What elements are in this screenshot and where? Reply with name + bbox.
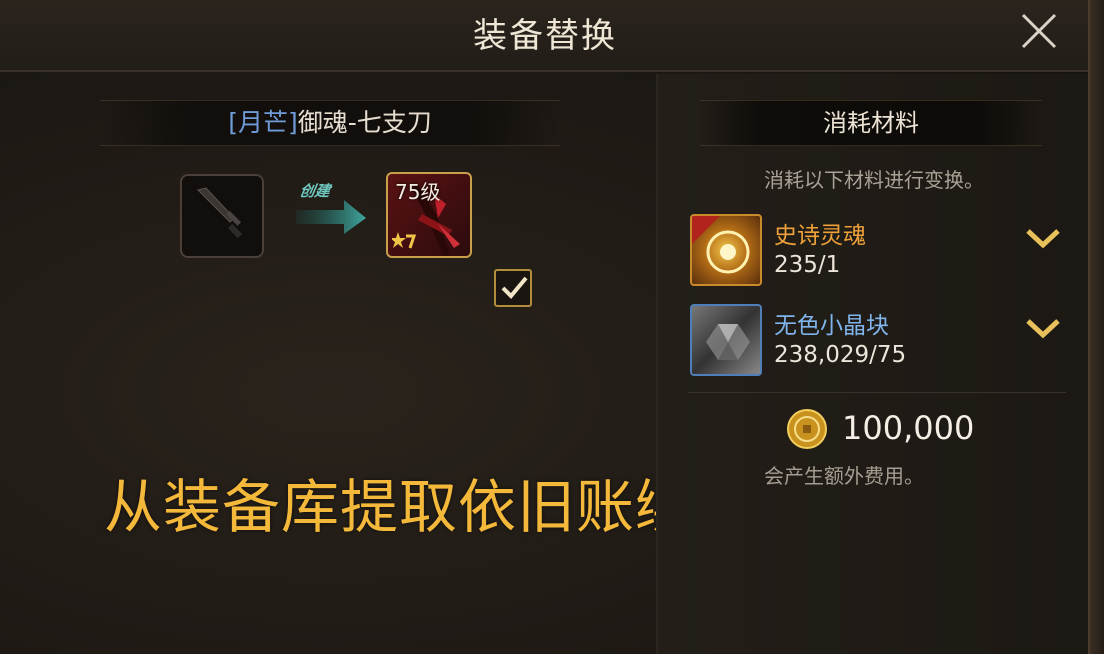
dialog-header: 装备替换 <box>0 0 1090 72</box>
materials-title: 消耗材料 <box>700 100 1042 146</box>
item-name-bar: [月芒]御魂-七支刀 <box>100 100 560 146</box>
colorless-crystal-icon <box>690 304 762 376</box>
material-quantity: 235/1 <box>774 252 841 278</box>
epic-soul-icon <box>690 214 762 286</box>
item-tag: [月芒] <box>228 108 298 137</box>
material-quantity: 238,029/75 <box>774 342 907 368</box>
close-icon <box>1021 13 1057 49</box>
confirm-checkbox[interactable] <box>494 269 532 307</box>
dialog-title: 装备替换 <box>473 16 617 56</box>
arrow-right-icon <box>296 200 366 234</box>
equipment-replace-dialog: 装备替换 [月芒]御魂-七支刀 创建 75级 从装备库提取依旧账绑 消耗材料 消… <box>0 0 1104 654</box>
item-level: 75级 <box>395 180 441 204</box>
source-equipment-slot[interactable] <box>180 174 264 258</box>
scrollbar[interactable] <box>1088 0 1104 654</box>
equipment-panel: [月芒]御魂-七支刀 创建 75级 从装备库提取依旧账绑 <box>0 74 693 654</box>
chevron-down-icon[interactable] <box>1024 226 1062 250</box>
material-name: 史诗灵魂 <box>774 223 866 249</box>
material-row[interactable]: 无色小晶块 238,029/75 <box>688 302 1068 378</box>
gold-cost-value: 100,000 <box>842 409 975 447</box>
item-name: 御魂-七支刀 <box>297 108 432 137</box>
result-equipment-slot[interactable]: 75级 <box>386 172 472 258</box>
cost-note: 会产生额外费用。 <box>764 464 924 488</box>
transform-arrow: 创建 <box>296 180 372 242</box>
chevron-down-icon[interactable] <box>1024 316 1062 340</box>
gold-coin-icon <box>787 409 827 449</box>
materials-panel: 消耗材料 消耗以下材料进行变换。 史诗灵魂 235/1 无色小晶块 238,02… <box>656 74 1088 654</box>
close-button[interactable] <box>1016 8 1062 54</box>
materials-description: 消耗以下材料进行变换。 <box>764 168 984 192</box>
sword-icon <box>197 187 243 239</box>
star-upgrade-icon <box>392 232 417 249</box>
caption-overlay: 从装备库提取依旧账绑 <box>104 473 695 541</box>
material-row[interactable]: 史诗灵魂 235/1 <box>688 212 1068 288</box>
divider <box>688 392 1066 393</box>
material-name: 无色小晶块 <box>774 313 889 339</box>
checkmark-icon <box>501 276 528 299</box>
